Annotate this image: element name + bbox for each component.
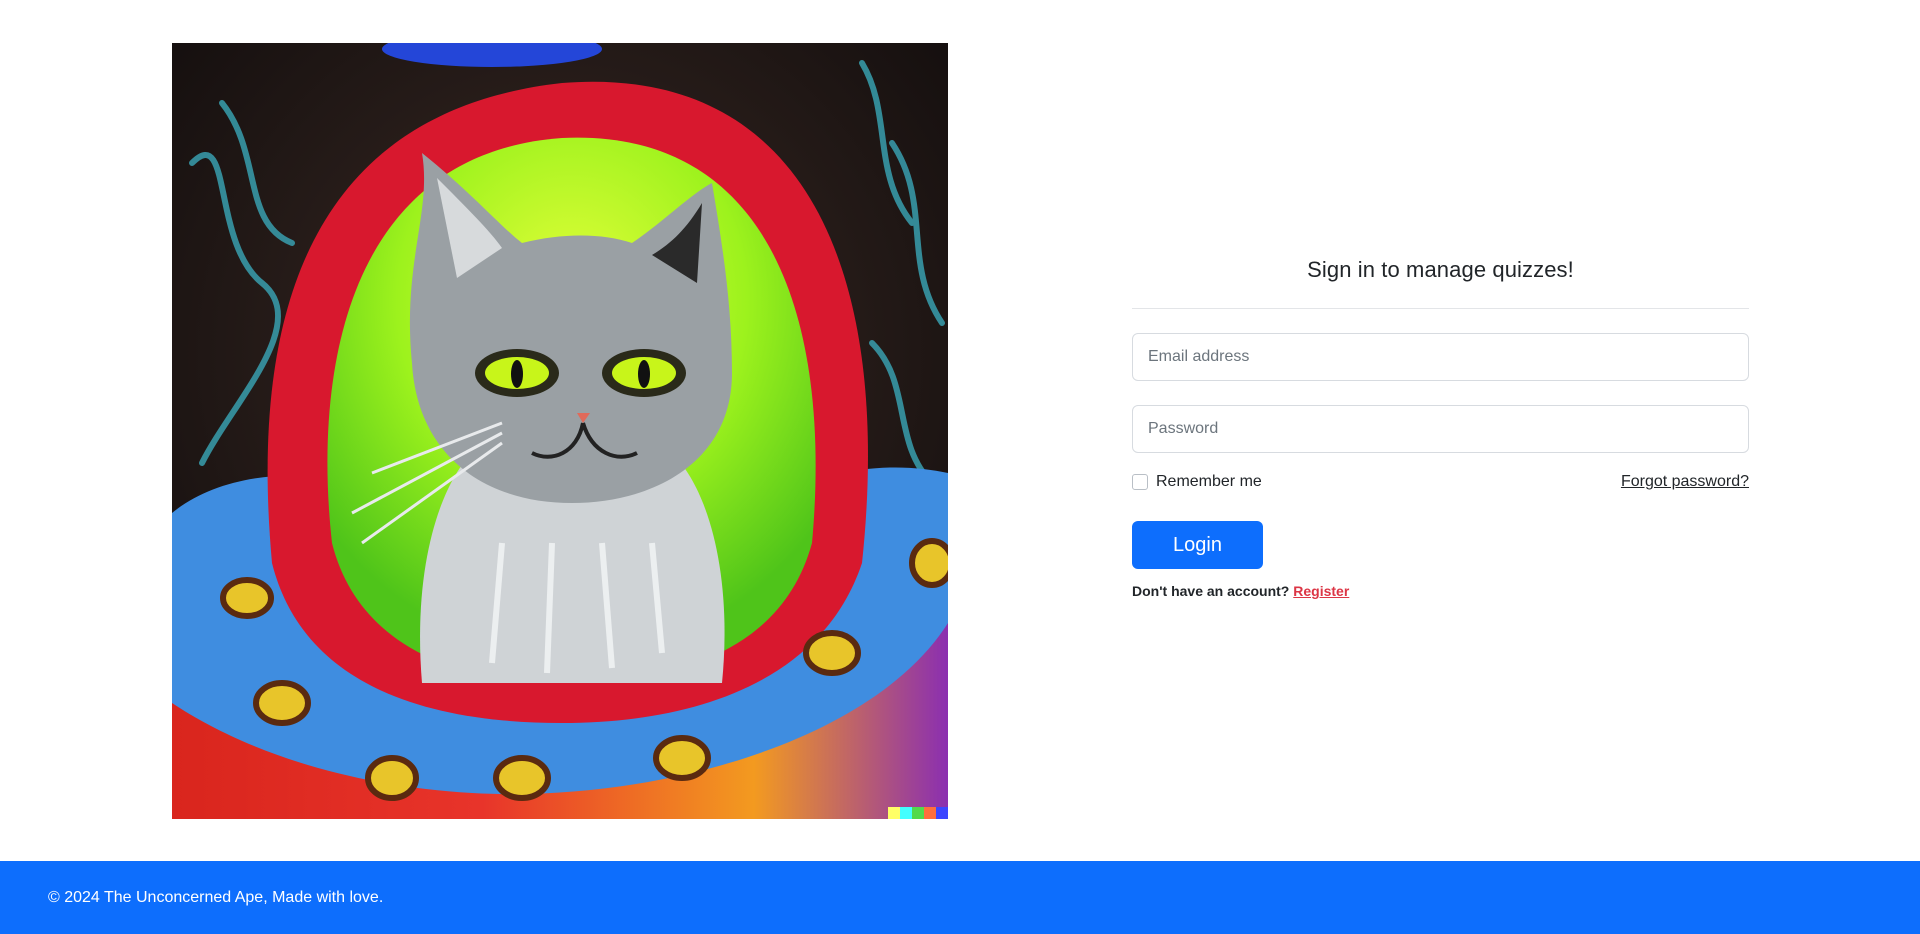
remember-me-checkbox[interactable]	[1132, 474, 1148, 490]
page: Sign in to manage quizzes! Remember me F…	[0, 0, 1920, 934]
login-button[interactable]: Login	[1132, 521, 1263, 569]
footer: © 2024 The Unconcerned Ape, Made with lo…	[0, 861, 1920, 934]
no-account-text: Don't have an account?	[1132, 583, 1290, 599]
password-input[interactable]	[1132, 405, 1749, 453]
register-prompt: Don't have an account? Register	[1132, 583, 1749, 599]
register-link[interactable]: Register	[1293, 583, 1349, 599]
remember-me-label: Remember me	[1156, 473, 1262, 490]
email-input[interactable]	[1132, 333, 1749, 381]
login-heading: Sign in to manage quizzes!	[1307, 257, 1574, 282]
hero-illustration	[172, 43, 948, 819]
forgot-password-link[interactable]: Forgot password?	[1621, 473, 1749, 491]
login-form: Sign in to manage quizzes! Remember me F…	[1132, 250, 1749, 599]
cat-spaceship-illustration-icon	[172, 43, 948, 819]
footer-copyright: © 2024 The Unconcerned Ape, Made with lo…	[48, 888, 384, 906]
login-options-row: Remember me Forgot password?	[1132, 471, 1749, 493]
remember-me-control[interactable]: Remember me	[1132, 473, 1262, 491]
divider	[1132, 308, 1749, 309]
